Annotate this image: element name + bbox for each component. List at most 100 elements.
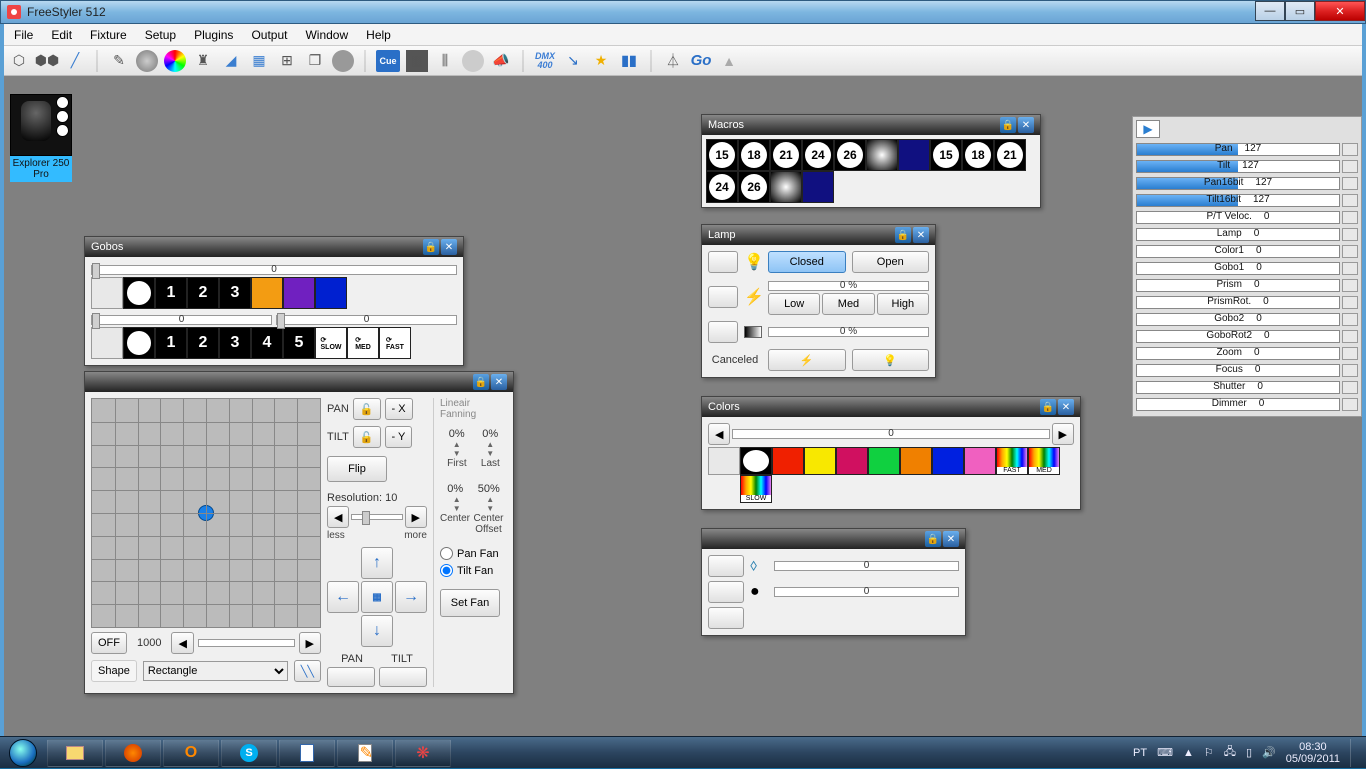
color-blue[interactable] xyxy=(932,447,964,475)
horn-icon[interactable]: 📣 xyxy=(490,50,512,72)
menu-setup[interactable]: Setup xyxy=(137,26,184,44)
gobo1-clear-button[interactable] xyxy=(91,277,123,309)
grid-icon[interactable]: ▦ xyxy=(248,50,270,72)
paint-icon[interactable]: ╱ xyxy=(64,50,86,72)
param-row[interactable]: Prism0 xyxy=(1136,277,1358,293)
close-button[interactable]: ✕ xyxy=(1315,1,1365,21)
warning-icon[interactable]: ▲ xyxy=(718,50,740,72)
setfan-button[interactable]: Set Fan xyxy=(440,589,500,617)
start-button[interactable] xyxy=(0,737,46,769)
param-row[interactable]: Shutter0 xyxy=(1136,379,1358,395)
gobo-2[interactable]: 2 xyxy=(187,277,219,309)
movement-icon[interactable]: ♜ xyxy=(192,50,214,72)
menu-window[interactable]: Window xyxy=(297,26,356,44)
tilt-unlock-icon[interactable]: 🔓 xyxy=(353,426,381,448)
tiltfan-radio[interactable]: Tilt Fan xyxy=(440,564,507,577)
gobo-rot-med[interactable]: ⟳MED xyxy=(347,327,379,359)
lamp-clear-1[interactable] xyxy=(708,251,738,273)
gobo1-slider[interactable]: 0 xyxy=(91,265,457,275)
tilt-reset-button[interactable] xyxy=(379,667,427,687)
macro-cell[interactable] xyxy=(770,171,802,203)
gobo2-1[interactable]: 1 xyxy=(155,327,187,359)
patch-icon[interactable]: ↘ xyxy=(562,50,584,72)
menu-file[interactable]: File xyxy=(6,26,41,44)
gobo2-4[interactable]: 4 xyxy=(251,327,283,359)
param-toggle[interactable] xyxy=(1342,211,1358,224)
prism-clear-3[interactable] xyxy=(708,607,744,629)
tray-flag-icon[interactable]: ⚐ xyxy=(1204,746,1214,759)
macro-cell[interactable] xyxy=(802,171,834,203)
show-desktop-button[interactable] xyxy=(1350,739,1358,767)
high-button[interactable]: High xyxy=(877,293,929,315)
param-toggle[interactable] xyxy=(1342,194,1358,207)
lock-icon[interactable]: 🔒 xyxy=(1000,117,1016,133)
color-rainbow-med[interactable]: MED xyxy=(1028,447,1060,475)
flip-button[interactable]: Flip xyxy=(327,456,387,482)
prism-slider-1[interactable]: 0 xyxy=(774,561,959,571)
cue-icon[interactable]: Cue xyxy=(376,50,400,72)
gobo-rot-slow[interactable]: ⟳SLOW xyxy=(315,327,347,359)
off-button[interactable]: OFF xyxy=(91,632,127,654)
arrow-left-button[interactable]: ← xyxy=(327,581,359,613)
color-prev-button[interactable]: ◀ xyxy=(708,423,730,445)
faders-icon[interactable]: ⫼ xyxy=(434,50,456,72)
color-clear-button[interactable] xyxy=(708,447,740,475)
gobo2-clear-button[interactable] xyxy=(91,327,123,359)
color-pink[interactable] xyxy=(964,447,996,475)
macro-cell[interactable]: 24 xyxy=(706,171,738,203)
gobo-3[interactable]: 3 xyxy=(219,277,251,309)
tray-battery-icon[interactable]: ▯ xyxy=(1246,746,1252,759)
lock-icon[interactable]: 🔒 xyxy=(1040,399,1056,415)
tray-clock[interactable]: 08:30 05/09/2011 xyxy=(1286,741,1340,765)
prism-clear-2[interactable] xyxy=(708,581,744,603)
tray-keyboard-icon[interactable]: ⌨ xyxy=(1157,746,1173,759)
param-toggle[interactable] xyxy=(1342,143,1358,156)
tray-volume-icon[interactable]: 🔊 xyxy=(1262,746,1276,759)
macro-cell[interactable]: 18 xyxy=(962,139,994,171)
sound-icon[interactable] xyxy=(462,50,484,72)
param-expand-icon[interactable]: ▶ xyxy=(1136,120,1160,138)
pos-right-button[interactable]: ▶ xyxy=(299,632,321,654)
param-toggle[interactable] xyxy=(1342,262,1358,275)
color-green[interactable] xyxy=(868,447,900,475)
param-row[interactable]: Color10 xyxy=(1136,243,1358,259)
arrow-down-button[interactable]: ↓ xyxy=(361,615,393,647)
color-wheel-icon[interactable] xyxy=(164,50,186,72)
param-toggle[interactable] xyxy=(1342,245,1358,258)
favorite-icon[interactable]: ★ xyxy=(590,50,612,72)
color-rainbow-slow[interactable]: SLOW xyxy=(740,475,772,503)
macro-cell[interactable]: 26 xyxy=(834,139,866,171)
param-row[interactable]: Dimmer0 xyxy=(1136,396,1358,412)
lang-indicator[interactable]: PT xyxy=(1133,747,1147,759)
task-outlook[interactable]: O xyxy=(163,739,219,767)
gobo2-2[interactable]: 2 xyxy=(187,327,219,359)
menu-output[interactable]: Output xyxy=(243,26,295,44)
lock-icon[interactable]: 🔒 xyxy=(423,239,439,255)
close-icon[interactable]: ✕ xyxy=(491,374,507,390)
color-white[interactable] xyxy=(740,447,772,475)
gobo-open[interactable] xyxy=(123,277,155,309)
minus-x-button[interactable]: - X xyxy=(385,398,413,420)
open-button[interactable]: Open xyxy=(852,251,930,273)
macro-cell[interactable]: 26 xyxy=(738,171,770,203)
macro-cell[interactable]: 24 xyxy=(802,139,834,171)
minus-y-button[interactable]: - Y xyxy=(385,426,413,448)
res-right[interactable]: ▶ xyxy=(405,506,427,528)
pan-reset-button[interactable] xyxy=(327,667,375,687)
lamp-on-button[interactable]: 💡 xyxy=(852,349,930,371)
task-writer[interactable] xyxy=(279,739,335,767)
arrow-up-button[interactable]: ↑ xyxy=(361,547,393,579)
group-icon[interactable]: ⬢⬢ xyxy=(36,50,58,72)
panfan-radio[interactable]: Pan Fan xyxy=(440,547,507,560)
shape-select[interactable]: Rectangle xyxy=(143,661,288,681)
param-toggle[interactable] xyxy=(1342,228,1358,241)
color-magenta[interactable] xyxy=(836,447,868,475)
dmx-icon[interactable]: DMX400 xyxy=(534,50,556,72)
med-button[interactable]: Med xyxy=(822,293,874,315)
macro-cell[interactable]: 21 xyxy=(994,139,1026,171)
menu-help[interactable]: Help xyxy=(358,26,399,44)
gobo-blue[interactable] xyxy=(315,277,347,309)
close-icon[interactable]: ✕ xyxy=(1018,117,1034,133)
task-firefox[interactable] xyxy=(105,739,161,767)
param-row[interactable]: Pan16bit127 xyxy=(1136,175,1358,191)
